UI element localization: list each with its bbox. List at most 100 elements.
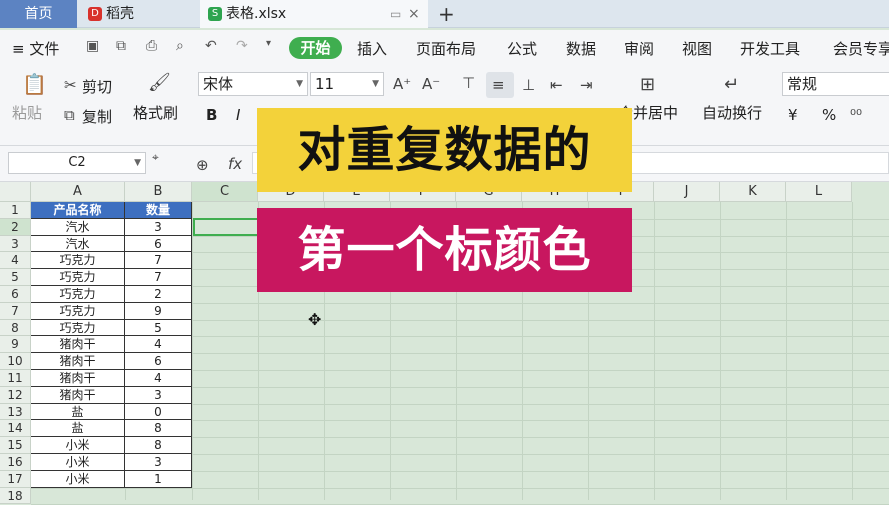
font-grow-icon[interactable]: A⁺ [393,75,411,93]
row-header-1[interactable]: 1 [0,202,31,219]
table-cell-quantity[interactable]: 2 [125,286,192,303]
auto-wrap-button[interactable]: 自动换行 [702,102,762,123]
fx-icon[interactable]: fx [228,155,242,173]
row-header-15[interactable]: 15 [0,437,31,454]
table-cell-quantity[interactable]: 8 [125,420,192,438]
row-header-16[interactable]: 16 [0,454,31,471]
row-header-17[interactable]: 17 [0,470,31,488]
menu-member[interactable]: 会员专享 [833,38,889,59]
row-header-7[interactable]: 7 [0,302,31,320]
export-icon[interactable]: ⧉ [116,38,126,54]
close-tab-icon[interactable]: × [408,0,420,28]
menu-view[interactable]: 视图 [682,38,712,59]
table-cell-product[interactable]: 小米 [31,470,125,488]
select-all-corner[interactable] [0,182,31,202]
row-header-12[interactable]: 12 [0,386,31,404]
table-cell-product[interactable]: 小米 [31,437,125,454]
new-tab-button[interactable]: + [432,0,462,28]
table-cell-product[interactable]: 猪肉干 [31,370,125,387]
table-cell-product[interactable]: 小米 [31,454,125,471]
row-header-10[interactable]: 10 [0,353,31,370]
menu-file[interactable]: ≡ 文件 [12,38,59,59]
table-cell-quantity[interactable]: 4 [125,336,192,354]
indent-increase-icon[interactable]: ⇥ [580,76,593,94]
table-cell-product[interactable]: 巧克力 [31,319,125,337]
row-header-4[interactable]: 4 [0,252,31,270]
column-header-k[interactable]: K [720,182,786,202]
print-icon[interactable]: ⎙ [146,38,157,54]
save-icon[interactable]: ▣ [86,38,99,54]
thousands-icon[interactable]: ⁰⁰ [850,106,862,124]
align-bottom-icon[interactable]: ⊥ [522,76,535,94]
monitor-icon[interactable]: ▭ [390,0,401,28]
header-product-name[interactable]: 产品名称 [31,202,125,219]
row-header-9[interactable]: 9 [0,336,31,354]
bold-button[interactable]: B [206,106,217,124]
row-header-6[interactable]: 6 [0,286,31,303]
zoom-icon[interactable]: ⊕ [196,156,209,174]
table-cell-product[interactable]: 汽水 [31,235,125,253]
table-cell-product[interactable]: 猪肉干 [31,386,125,404]
percent-button[interactable]: % [822,106,836,124]
row-header-3[interactable]: 3 [0,235,31,253]
format-painter-button[interactable]: 格式刷 [133,102,178,123]
menu-developer[interactable]: 开发工具 [740,38,800,59]
font-size-select[interactable]: 11 ▼ [310,72,384,96]
redo-icon[interactable]: ↷ [236,38,248,54]
row-header-14[interactable]: 14 [0,420,31,438]
table-cell-product[interactable]: 盐 [31,420,125,438]
table-cell-quantity[interactable]: 1 [125,470,192,488]
paste-icon[interactable]: 📋 [22,72,47,96]
table-cell-quantity[interactable]: 6 [125,235,192,253]
name-box[interactable]: C2 ▼ [8,152,146,174]
more-icon[interactable]: ▾ [266,38,271,49]
italic-button[interactable]: I [236,106,240,124]
column-header-c[interactable]: C [192,182,258,202]
menu-formula[interactable]: 公式 [507,38,537,59]
menu-review[interactable]: 审阅 [624,38,654,59]
table-cell-quantity[interactable]: 3 [125,386,192,404]
table-cell-product[interactable]: 盐 [31,403,125,421]
table-cell-quantity[interactable]: 7 [125,269,192,286]
table-cell-product[interactable]: 猪肉干 [31,336,125,354]
tab-file[interactable]: S 表格.xlsx ▭ × [200,0,428,28]
menu-start[interactable]: 开始 [289,37,342,59]
align-top-icon[interactable]: ⊤ [462,74,475,92]
row-header-18[interactable]: 18 [0,487,31,505]
table-cell-quantity[interactable]: 6 [125,353,192,370]
active-cell-c2[interactable] [193,218,259,236]
table-cell-quantity[interactable]: 9 [125,302,192,320]
row-header-2[interactable]: 2 [0,218,31,236]
menu-page-layout[interactable]: 页面布局 [416,38,476,59]
table-cell-quantity[interactable]: 3 [125,218,192,236]
menu-insert[interactable]: 插入 [357,38,387,59]
table-cell-quantity[interactable]: 0 [125,403,192,421]
table-cell-product[interactable]: 汽水 [31,218,125,236]
font-shrink-icon[interactable]: A⁻ [422,75,440,93]
row-header-13[interactable]: 13 [0,403,31,421]
table-cell-quantity[interactable]: 4 [125,370,192,387]
column-header-b[interactable]: B [125,182,192,202]
tab-docer[interactable]: D 稻壳 [80,0,198,28]
menu-data[interactable]: 数据 [566,38,596,59]
indent-decrease-icon[interactable]: ⇤ [550,76,563,94]
row-header-8[interactable]: 8 [0,319,31,337]
currency-button[interactable]: ¥ [788,106,798,124]
cut-button[interactable]: 剪切 [82,76,112,97]
font-family-select[interactable]: 宋体 ▼ [198,72,308,96]
table-cell-quantity[interactable]: 7 [125,252,192,270]
column-header-l[interactable]: L [786,182,852,202]
row-header-11[interactable]: 11 [0,370,31,387]
table-cell-product[interactable]: 巧克力 [31,269,125,286]
row-header-5[interactable]: 5 [0,269,31,286]
paste-button[interactable]: 粘贴 [12,102,42,123]
table-cell-product[interactable]: 巧克力 [31,302,125,320]
expand-icon[interactable]: ⌖ [152,150,159,165]
column-header-j[interactable]: J [654,182,720,202]
copy-button[interactable]: 复制 [82,106,112,127]
undo-icon[interactable]: ↶ [205,38,217,54]
table-cell-product[interactable]: 巧克力 [31,286,125,303]
table-cell-product[interactable]: 猪肉干 [31,353,125,370]
header-quantity[interactable]: 数量 [125,202,192,219]
table-cell-product[interactable]: 巧克力 [31,252,125,270]
